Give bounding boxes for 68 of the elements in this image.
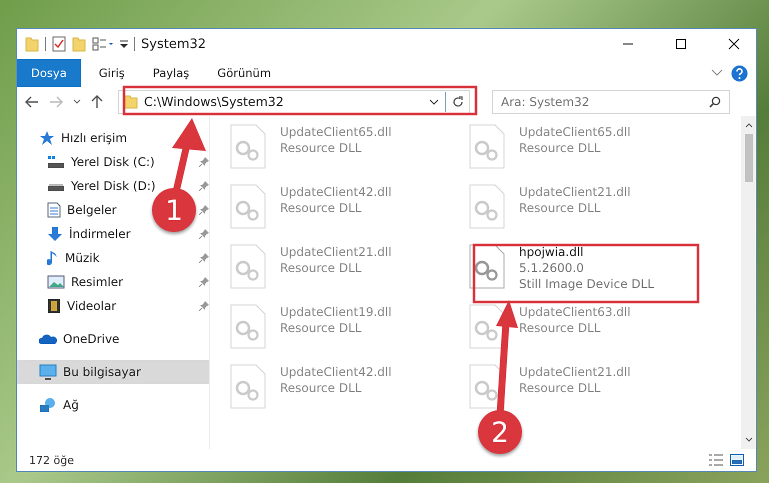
pin-icon[interactable] (199, 157, 209, 167)
file-description: Resource DLL (280, 140, 362, 156)
document-icon (47, 202, 61, 218)
sidebar-item[interactable]: OneDrive (17, 327, 209, 351)
checklist-icon[interactable] (52, 36, 66, 52)
chevron-up-icon[interactable] (744, 122, 752, 128)
picture-icon (47, 275, 65, 289)
sidebar-item[interactable]: Videolar (67, 299, 116, 313)
sidebar-item[interactable]: Müzik (65, 251, 100, 265)
scrollbar[interactable] (741, 116, 756, 449)
details-view-icon[interactable] (708, 454, 724, 466)
dll-file-icon[interactable] (469, 364, 505, 409)
search-field[interactable]: Ara: System32 (492, 90, 730, 114)
chevron-down-icon[interactable] (73, 98, 81, 104)
pin-icon[interactable] (199, 205, 209, 215)
chevron-down-icon[interactable] (744, 437, 752, 443)
large-icons-view-icon[interactable] (730, 454, 744, 466)
network-icon (39, 397, 57, 413)
file-description: Resource DLL (519, 320, 602, 336)
ribbon-tab[interactable]: Giriş (88, 59, 135, 87)
file-description: Still Image Device DLL (519, 276, 654, 292)
file-description: Resource DLL (280, 200, 362, 216)
scroll-thumb[interactable] (744, 134, 752, 182)
folder-icon (124, 94, 138, 108)
file-description: Resource DLL (519, 380, 602, 396)
pin-icon[interactable] (199, 301, 209, 311)
refresh-icon[interactable] (452, 96, 464, 108)
drive-icon (47, 155, 65, 169)
close-icon[interactable] (728, 38, 740, 50)
sidebar-item[interactable]: Belgeler (67, 203, 117, 217)
address-field[interactable]: C:\Windows\System32 (118, 90, 470, 114)
file-name[interactable]: hpojwia.dll (519, 244, 654, 260)
down-arrow-icon (47, 226, 63, 242)
sidebar-item[interactable]: Ağ (17, 393, 209, 417)
search-icon[interactable] (709, 96, 721, 108)
back-arrow-icon[interactable] (25, 96, 39, 108)
dll-file-icon[interactable] (469, 304, 505, 349)
music-note-icon (47, 250, 59, 266)
monitor-icon (39, 364, 57, 380)
film-icon (47, 298, 61, 314)
item-count: 172 öğe (29, 454, 74, 466)
pin-icon[interactable] (199, 229, 209, 239)
window-title: System32 (141, 36, 206, 52)
file-description: Resource DLL (519, 140, 602, 156)
sidebar-item[interactable]: Bu bilgisayar (17, 360, 209, 384)
pin-icon[interactable] (199, 277, 209, 287)
dropdown-icon[interactable] (120, 39, 128, 49)
sidebar-item[interactable]: Hızlı erişim (17, 126, 209, 150)
maximize-icon[interactable] (675, 38, 687, 50)
file-description: Resource DLL (519, 200, 602, 216)
ribbon-tab[interactable]: Görünüm (207, 59, 282, 87)
cloud-icon (39, 333, 57, 345)
sidebar-item[interactable]: Yerel Disk (C:) (71, 155, 155, 169)
file-description: Resource DLL (280, 320, 362, 336)
help-icon[interactable] (731, 64, 748, 82)
file-version: 5.1.2600.0 (519, 260, 585, 276)
sidebar-item[interactable]: Resimler (71, 275, 124, 289)
star-icon (39, 130, 55, 146)
file-description: Resource DLL (280, 260, 362, 276)
file-description: Resource DLL (280, 380, 362, 396)
pin-icon[interactable] (199, 253, 209, 263)
properties-icon[interactable] (92, 37, 114, 51)
sidebar-item[interactable]: İndirmeler (69, 227, 131, 241)
ribbon-tab[interactable]: Dosya (17, 59, 81, 87)
pin-icon[interactable] (199, 181, 209, 191)
chevron-down-icon[interactable] (429, 98, 439, 104)
up-arrow-icon[interactable] (91, 94, 103, 108)
ribbon-tab[interactable]: Paylaş (142, 59, 200, 87)
